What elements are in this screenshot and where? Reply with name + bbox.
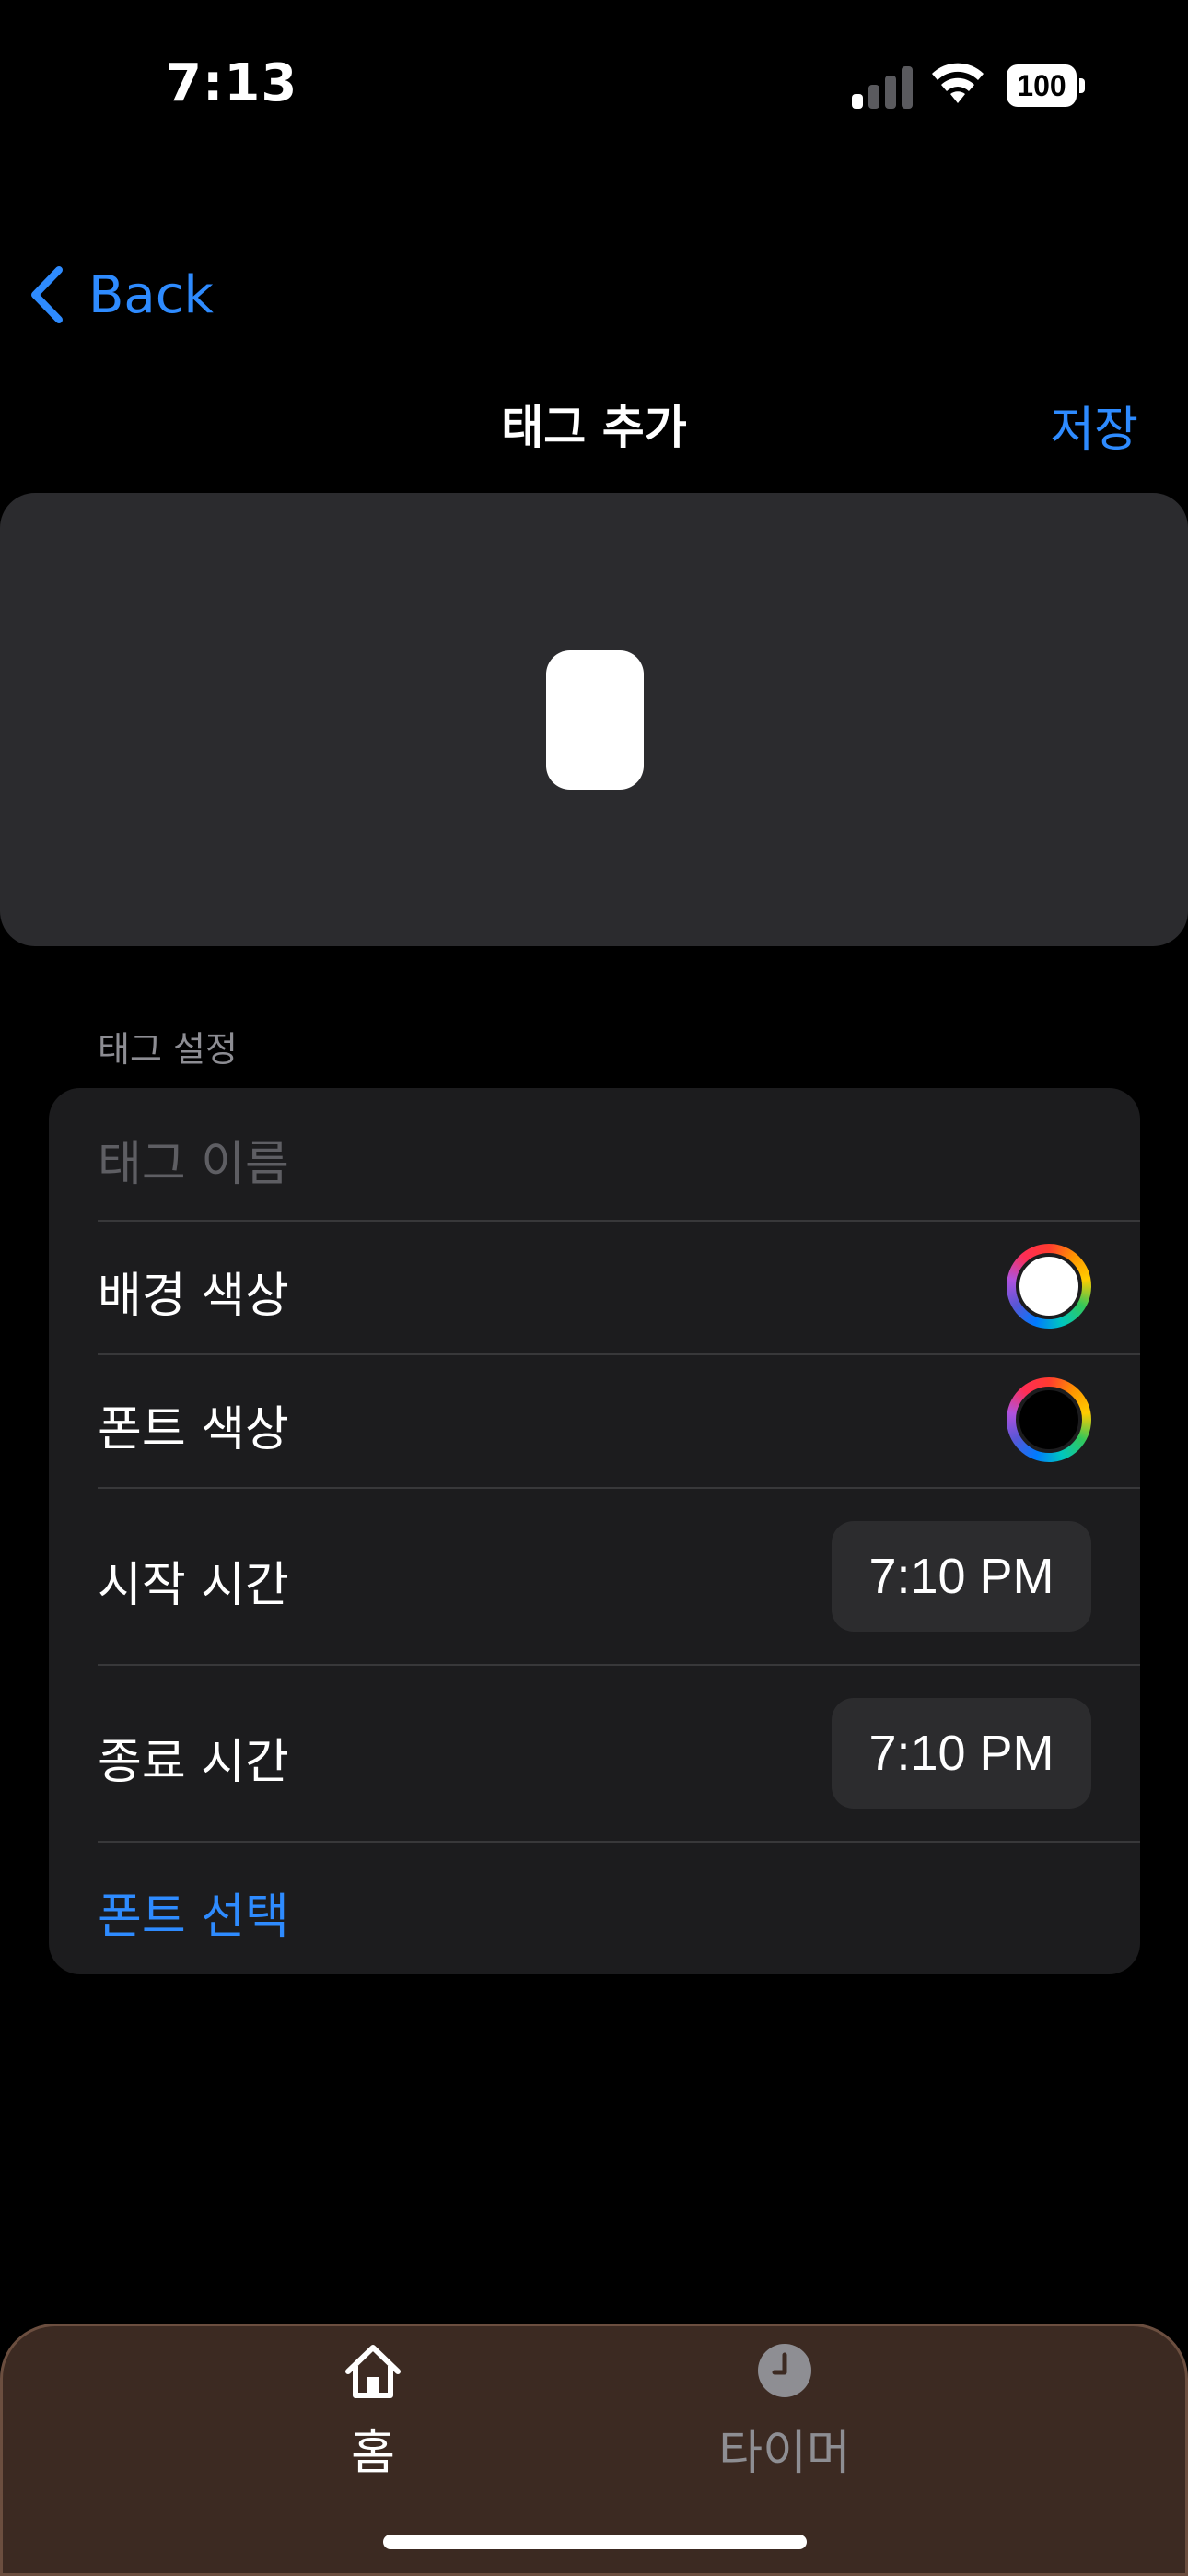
background-color-row: 배경 색상	[49, 1222, 1140, 1353]
start-time-label: 시작 시간	[98, 1558, 289, 1613]
end-time-row: 종료 시간 7:10 PM	[49, 1666, 1140, 1841]
home-indicator	[383, 2535, 807, 2549]
tag-preview	[546, 650, 644, 790]
tag-name-input[interactable]: 태그 이름	[98, 1125, 289, 1194]
battery-level: 100	[1017, 68, 1066, 102]
background-color-picker[interactable]	[1007, 1244, 1091, 1329]
section-header: 태그 설정	[98, 1029, 238, 1070]
tab-timer-label: 타이머	[718, 2426, 851, 2481]
clock-icon	[758, 2344, 811, 2397]
font-color-picker[interactable]	[1007, 1377, 1091, 1462]
background-color-label: 배경 색상	[98, 1269, 289, 1324]
tab-home-label: 홈	[351, 2426, 395, 2481]
back-label: Back	[88, 264, 214, 325]
battery-icon: 100	[1007, 64, 1086, 107]
wifi-icon	[932, 63, 984, 103]
save-button[interactable]: 저장	[1050, 391, 1138, 460]
tab-home[interactable]: 홈	[281, 2338, 465, 2483]
cellular-signal-icon	[852, 64, 913, 109]
tag-name-field[interactable]: 태그 이름	[49, 1088, 1140, 1221]
chevron-left-icon	[31, 266, 63, 323]
font-color-swatch	[1016, 1387, 1082, 1453]
font-color-label: 폰트 색상	[98, 1402, 289, 1458]
start-time-row: 시작 시간 7:10 PM	[49, 1489, 1140, 1664]
status-time: 7:13	[166, 53, 298, 113]
page-title: 태그 추가	[501, 401, 687, 454]
back-button[interactable]: Back	[26, 260, 214, 330]
end-time-picker[interactable]: 7:10 PM	[832, 1698, 1091, 1809]
start-time-picker[interactable]: 7:10 PM	[832, 1521, 1091, 1632]
end-time-label: 종료 시간	[98, 1735, 289, 1790]
font-select-row[interactable]: 폰트 선택	[49, 1843, 1140, 1974]
font-color-row: 폰트 색상	[49, 1355, 1140, 1487]
tab-timer[interactable]: 타이머	[693, 2338, 877, 2483]
font-select-button[interactable]: 폰트 선택	[98, 1878, 289, 1947]
background-color-swatch	[1016, 1253, 1082, 1319]
house-icon	[345, 2345, 401, 2398]
settings-group: 태그 이름 배경 색상 폰트 색상 시작 시간 7:10 PM 종료 시간 7:…	[49, 1088, 1140, 1974]
